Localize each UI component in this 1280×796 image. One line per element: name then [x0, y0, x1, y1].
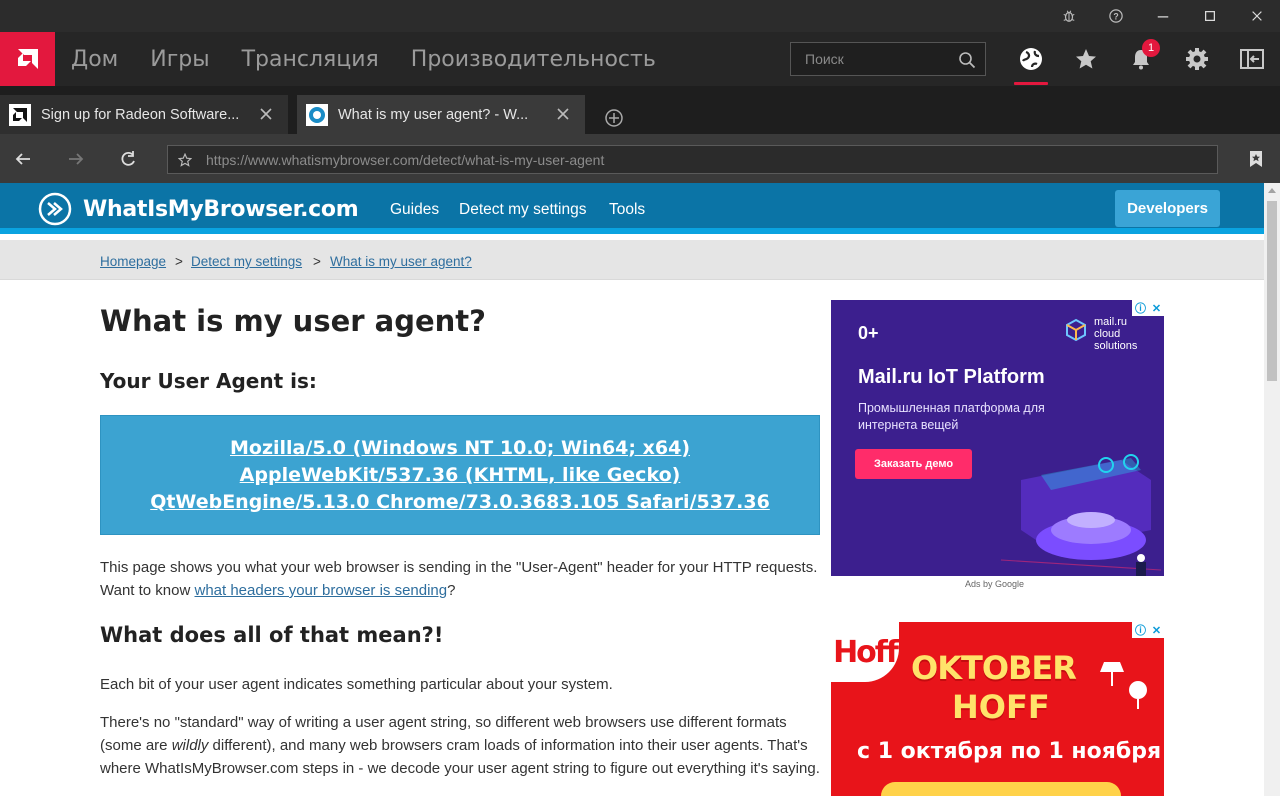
tab-title: What is my user agent? - W... [338, 106, 529, 123]
close-window-button[interactable] [1233, 0, 1280, 32]
iot-illustration [1000, 454, 1162, 576]
nav-guides[interactable]: Guides [390, 201, 439, 219]
explanation-paragraph: There's no "standard" way of writing a u… [100, 711, 820, 780]
nav-detect-my-settings[interactable]: Detect my settings [459, 201, 587, 219]
notifications-bell-icon[interactable]: 1 [1113, 32, 1169, 86]
ad-age-rating: 0+ [858, 323, 879, 343]
breadcrumb: Homepage > Detect my settings > What is … [0, 240, 1264, 280]
tab-title: Sign up for Radeon Software... [41, 106, 240, 123]
amd-favicon-icon [8, 103, 32, 127]
scrollbar-thumb[interactable] [1267, 201, 1277, 381]
headers-link[interactable]: what headers your browser is sending [194, 582, 447, 599]
developers-button[interactable]: Developers [1115, 190, 1220, 227]
ad-mailru-iot[interactable]: ⓘ ✕ 0+ mail.ru cloud solutions Mail.ru Io… [831, 300, 1164, 576]
mailru-cube-icon [1066, 318, 1086, 342]
meaning-paragraph: Each bit of your user agent indicates so… [100, 676, 613, 693]
tab-what-is-my-user-agent[interactable]: What is my user agent? - W... [297, 95, 585, 134]
main-navigation: Дом Игры Трансляция Производительность П… [0, 32, 1280, 86]
ad-choices-icon[interactable]: ⓘ ✕ [1132, 300, 1164, 316]
nav-streaming[interactable]: Трансляция [242, 47, 379, 72]
ad-dates: с 1 октября по 1 ноября [857, 739, 1162, 764]
nav-performance[interactable]: Производительность [411, 47, 656, 72]
whatismybrowser-logo-icon[interactable] [38, 192, 72, 226]
browser-globe-icon[interactable] [1003, 32, 1059, 86]
meaning-heading: What does all of that mean?! [100, 623, 444, 647]
ads-by-google[interactable]: Ads by Google [965, 579, 1024, 589]
reload-icon[interactable] [117, 148, 139, 170]
close-tab-icon[interactable] [555, 106, 571, 122]
bug-report-icon[interactable] [1045, 0, 1092, 32]
ad-choices-icon[interactable]: ⓘ ✕ [1132, 622, 1164, 638]
breadcrumb-detect-settings[interactable]: Detect my settings [191, 254, 302, 269]
whatismybrowser-favicon-icon [305, 103, 329, 127]
amd-logo-icon[interactable] [0, 32, 55, 86]
explanation-text-end: different), and many web browsers cram l… [100, 737, 820, 777]
address-toolbar: https://www.whatismybrowser.com/detect/w… [0, 134, 1280, 183]
back-arrow-icon[interactable] [12, 148, 34, 170]
ad-title: Mail.ru IoT Platform [858, 366, 1045, 388]
tab-radeon-signup[interactable]: Sign up for Radeon Software... [0, 95, 288, 134]
minimize-button[interactable] [1139, 0, 1186, 32]
page-scrollbar[interactable] [1264, 183, 1280, 796]
site-name[interactable]: WhatIsMyBrowser.com [83, 197, 359, 222]
scroll-up-arrow-icon[interactable] [1268, 188, 1276, 193]
url-text: https://www.whatismybrowser.com/detect/w… [206, 151, 605, 168]
maximize-button[interactable] [1186, 0, 1233, 32]
ad-headline-2: HOFF [952, 688, 1050, 726]
nav-games[interactable]: Игры [150, 47, 209, 72]
search-icon [959, 52, 976, 69]
breadcrumb-homepage[interactable]: Homepage [100, 254, 166, 269]
new-tab-button[interactable] [600, 104, 628, 132]
close-tab-icon[interactable] [258, 106, 274, 122]
ad-demo-button[interactable]: Заказать демо [855, 449, 972, 479]
search-placeholder: Поиск [805, 51, 844, 67]
breadcrumb-separator: > [175, 254, 183, 269]
site-header: WhatIsMyBrowser.com Guides Detect my set… [0, 183, 1264, 234]
nav-home[interactable]: Дом [71, 47, 118, 72]
nav-tools[interactable]: Tools [609, 201, 645, 219]
help-icon[interactable]: ? [1092, 0, 1139, 32]
intro-text-end: ? [447, 582, 456, 599]
svg-text:?: ? [1113, 12, 1118, 22]
star-outline-icon[interactable] [178, 152, 194, 168]
ua-heading: Your User Agent is: [100, 369, 317, 393]
user-agent-box: Mozilla/5.0 (Windows NT 10.0; Win64; x64… [100, 415, 820, 535]
ad-hoff[interactable]: Hoff ⓘ ✕ OKTOBER HOFF с 1 октября по 1 но… [831, 622, 1164, 796]
ad-brand: mail.ru cloud solutions [1094, 316, 1138, 352]
collapse-panel-icon[interactable] [1224, 32, 1280, 86]
breadcrumb-current[interactable]: What is my user agent? [330, 254, 472, 269]
search-input[interactable]: Поиск [790, 42, 986, 76]
web-page-viewport: WhatIsMyBrowser.com Guides Detect my set… [0, 183, 1264, 796]
forward-arrow-icon[interactable] [65, 148, 87, 170]
page-title: What is my user agent? [100, 304, 486, 338]
settings-gear-icon[interactable] [1169, 32, 1225, 86]
browser-tab-bar: Sign up for Radeon Software... What is m… [0, 86, 1280, 134]
hoff-logo-text: Hoff [833, 634, 899, 670]
ad-headline: OKTOBER [911, 649, 1077, 687]
bookmark-icon[interactable] [1249, 150, 1263, 168]
favorites-star-icon[interactable] [1058, 32, 1114, 86]
url-input[interactable]: https://www.whatismybrowser.com/detect/w… [167, 145, 1218, 174]
emphasis-text: wildly [171, 737, 209, 754]
breadcrumb-separator: > [313, 254, 321, 269]
notification-badge: 1 [1142, 39, 1160, 57]
hoff-logo: Hoff [831, 622, 899, 682]
table-lamp-icon [1100, 662, 1147, 709]
intro-paragraph: This page shows you what your web browse… [100, 556, 820, 602]
radeon-software-window: ? Дом Игры Трансляция Производительность… [0, 0, 1280, 796]
title-bar: ? [0, 0, 1280, 32]
user-agent-link[interactable]: Mozilla/5.0 (Windows NT 10.0; Win64; x64… [130, 435, 790, 516]
ad-decoration [881, 782, 1121, 796]
